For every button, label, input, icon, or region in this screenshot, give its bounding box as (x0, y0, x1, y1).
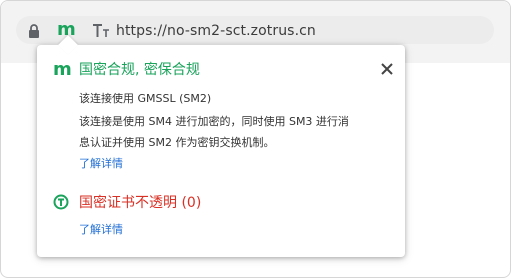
connection-line-2: 该连接是使用 SM4 进行加密的，同时使用 SM3 进行消 (79, 115, 349, 128)
sm-compliance-icon: m (53, 59, 72, 80)
text-size-icon[interactable] (92, 22, 110, 40)
transparency-icon (53, 194, 69, 210)
learn-more-link-2[interactable]: 了解详情 (79, 222, 123, 238)
connection-line-1: 该连接使用 GMSSL (SM2) (79, 92, 212, 105)
close-icon[interactable] (379, 61, 395, 77)
learn-more-link[interactable]: 了解详情 (79, 156, 123, 172)
connection-line-3: 息认证并使用 SM2 作为密钥交换机制。 (79, 136, 275, 149)
url-text[interactable]: https://no-sm2-sct.zotrus.cn (116, 22, 316, 40)
lock-icon[interactable] (28, 24, 40, 38)
certificate-transparency-title: 国密证书不透明 (0) (79, 195, 202, 211)
popup-title: 国密合规, 密保合规 (79, 62, 200, 78)
